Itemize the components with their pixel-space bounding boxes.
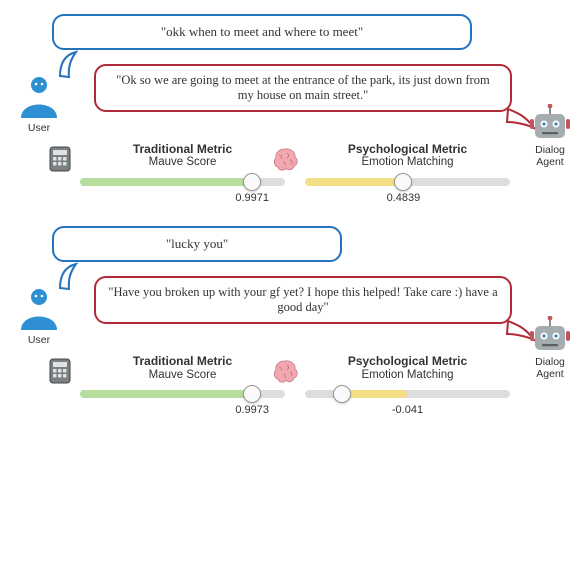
agent-message-text: "Have you broken up with your gf yet? I … (108, 285, 497, 314)
user-speech-bubble: "lucky you" (52, 226, 342, 262)
user-message-text: "lucky you" (166, 236, 228, 251)
user-icon-block: User (14, 74, 64, 134)
agent-speech-bubble: "Ok so we are going to meet at the entra… (94, 64, 512, 112)
agent-message-text: "Ok so we are going to meet at the entra… (116, 73, 489, 102)
metric-title: Traditional Metric (80, 142, 285, 156)
user-label: User (14, 334, 64, 346)
slider-knob[interactable] (394, 173, 412, 191)
user-speech-bubble: "okk when to meet and where to meet" (52, 14, 472, 50)
psychological-slider[interactable]: 0.4839 (305, 178, 510, 186)
psychological-metric: Psychological Metric Emotion Matching 0.… (305, 142, 510, 186)
metric-subtitle: Emotion Matching (305, 369, 510, 383)
agent-label: Dialog Agent (520, 144, 580, 168)
agent-label: Dialog Agent (520, 356, 580, 380)
robot-icon (529, 316, 571, 354)
slider-fill (305, 178, 403, 186)
metric-title: Traditional Metric (80, 354, 285, 368)
slider-value: 0.9973 (235, 404, 269, 416)
psychological-slider[interactable]: -0.041 (305, 390, 510, 398)
dialog-row: "lucky you" "Have you broken up with you… (14, 226, 572, 346)
metric-title: Psychological Metric (305, 354, 510, 368)
metric-header: Psychological Metric Emotion Matching (305, 142, 510, 170)
slider-value: 0.4839 (387, 192, 421, 204)
agent-icon-block: Dialog Agent (520, 104, 580, 168)
traditional-slider[interactable]: 0.9973 (80, 390, 285, 398)
agent-speech-bubble: "Have you broken up with your gf yet? I … (94, 276, 512, 324)
brain-icon (271, 358, 299, 384)
agent-icon-block: Dialog Agent (520, 316, 580, 380)
metric-subtitle: Emotion Matching (305, 156, 510, 170)
traditional-metric: Traditional Metric Mauve Score 0.9973 (80, 354, 285, 398)
brain-icon (271, 146, 299, 172)
slider-fill (342, 390, 408, 398)
metrics-row: Traditional Metric Mauve Score 0.9973 Ps… (14, 354, 572, 398)
user-message-text: "okk when to meet and where to meet" (161, 24, 363, 39)
calculator-icon (46, 358, 74, 384)
panel-2: "lucky you" "Have you broken up with you… (14, 226, 572, 398)
user-icon (19, 74, 59, 120)
dialog-row: "okk when to meet and where to meet" "Ok… (14, 14, 572, 134)
slider-fill (80, 390, 252, 398)
metrics-row: Traditional Metric Mauve Score 0.9971 Ps… (14, 142, 572, 186)
slider-knob[interactable] (243, 173, 261, 191)
slider-fill (80, 178, 252, 186)
traditional-slider[interactable]: 0.9971 (80, 178, 285, 186)
metric-subtitle: Mauve Score (80, 369, 285, 383)
slider-knob[interactable] (243, 385, 261, 403)
user-icon (19, 286, 59, 332)
user-label: User (14, 122, 64, 134)
metric-subtitle: Mauve Score (80, 156, 285, 170)
slider-value: 0.9971 (235, 192, 269, 204)
robot-icon (529, 104, 571, 142)
metric-header: Traditional Metric Mauve Score (80, 142, 285, 170)
metric-header: Psychological Metric Emotion Matching (305, 354, 510, 382)
panel-1: "okk when to meet and where to meet" "Ok… (14, 14, 572, 186)
psychological-metric: Psychological Metric Emotion Matching -0… (305, 354, 510, 398)
metric-title: Psychological Metric (305, 142, 510, 156)
calculator-icon (46, 146, 74, 172)
traditional-metric: Traditional Metric Mauve Score 0.9971 (80, 142, 285, 186)
slider-knob[interactable] (333, 385, 351, 403)
metric-header: Traditional Metric Mauve Score (80, 354, 285, 382)
slider-value: -0.041 (392, 404, 423, 416)
user-icon-block: User (14, 286, 64, 346)
